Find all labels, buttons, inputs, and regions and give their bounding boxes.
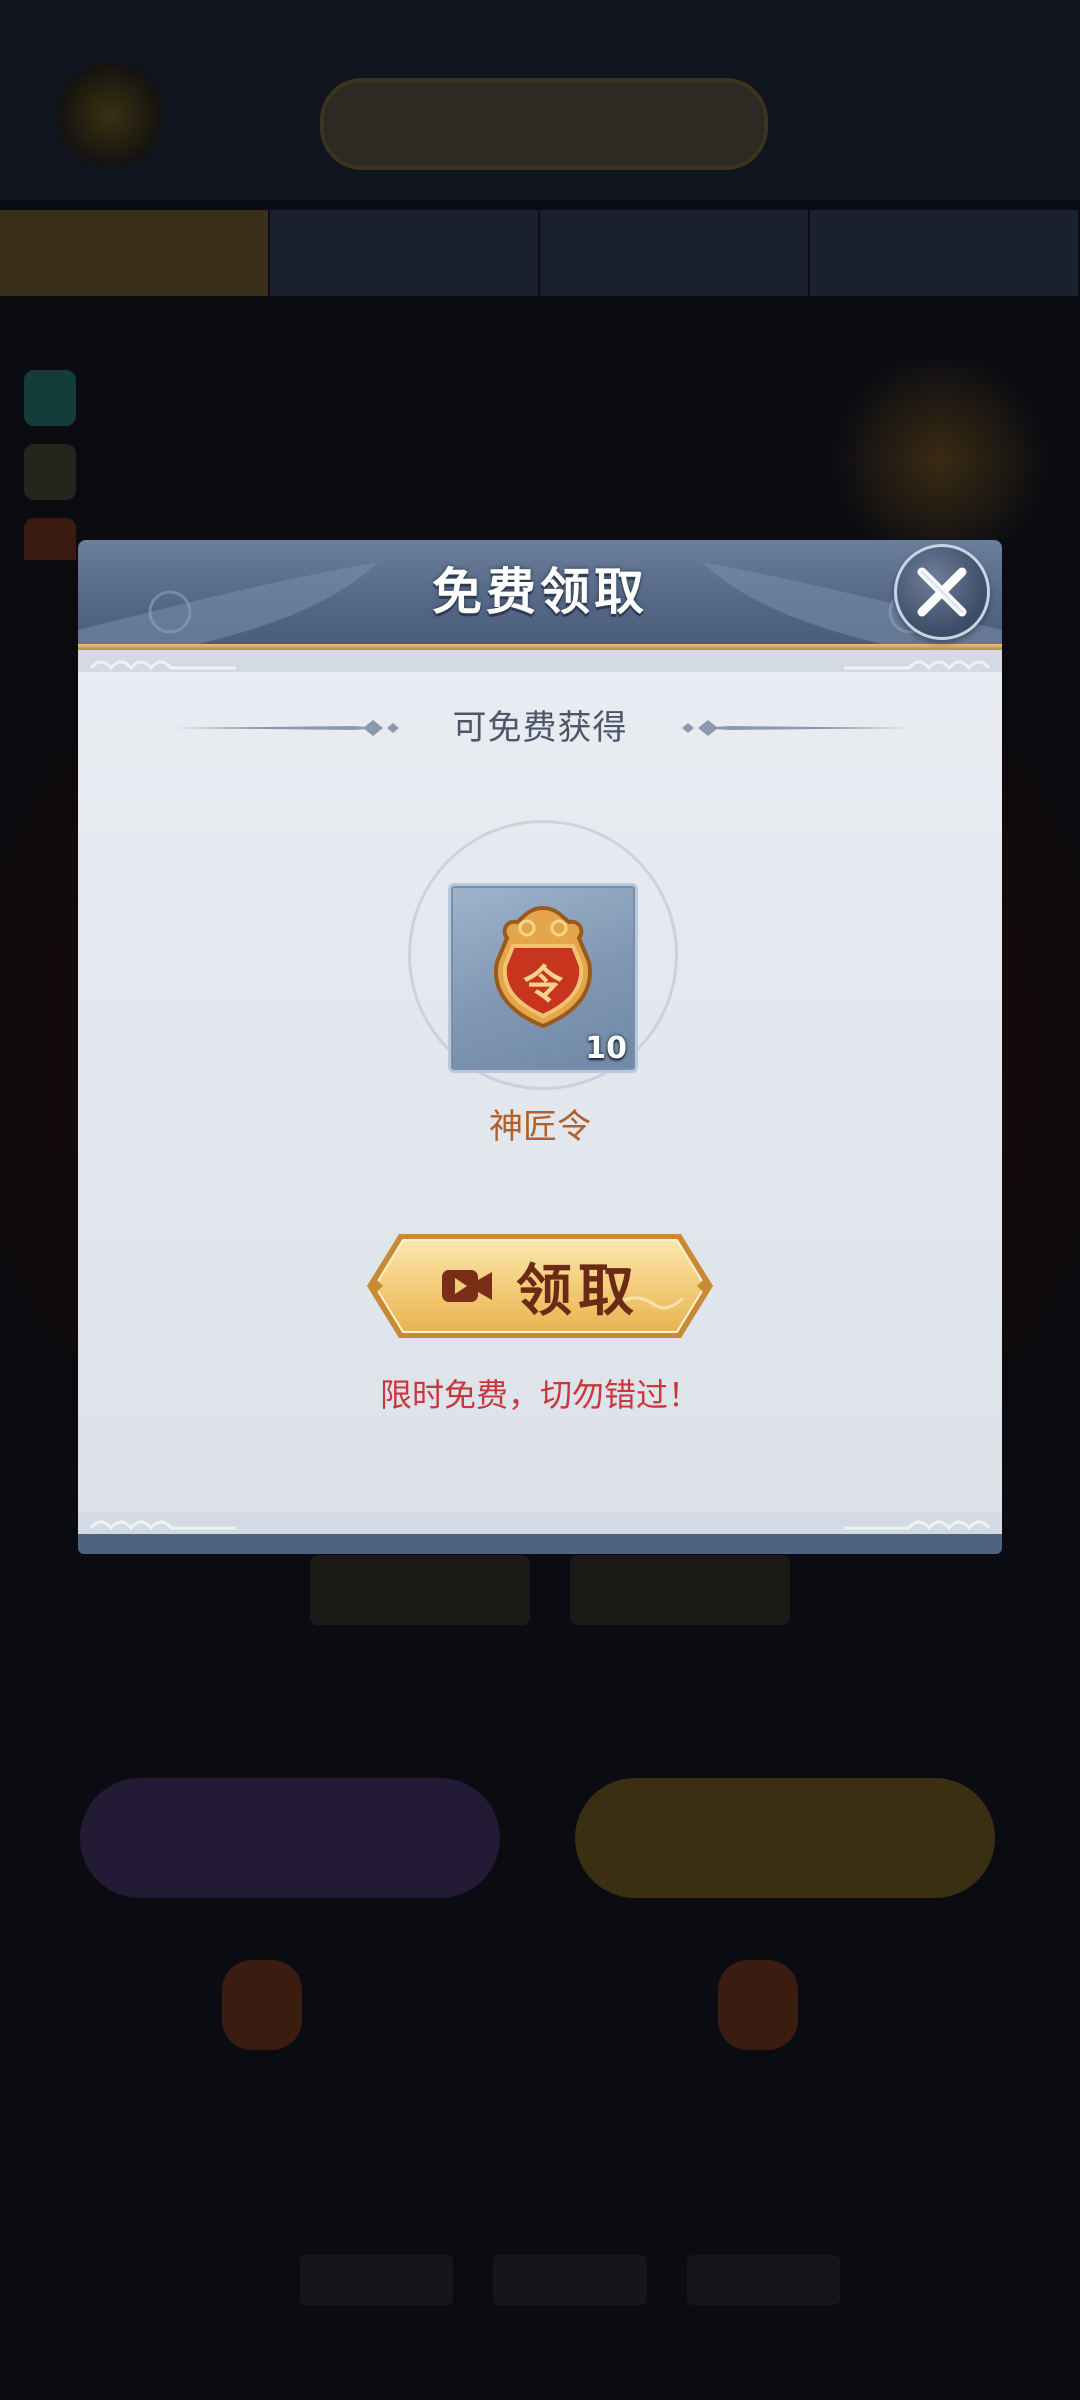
claim-button[interactable]: 领取 bbox=[363, 1230, 717, 1342]
video-camera-icon bbox=[442, 1270, 492, 1302]
background-row-item bbox=[570, 1555, 790, 1625]
reward-name: 神匠令 bbox=[489, 1107, 591, 1147]
promo-note: 限时免费，切勿错过！ bbox=[379, 1376, 700, 1414]
game-screen: 免费领取 可免费获得 令 10 神匠令 领取 限时免费，切勿错过！ bbox=[0, 0, 1080, 2400]
background-bottom-item bbox=[686, 2255, 840, 2305]
token-badge-icon: 令 bbox=[494, 905, 592, 1029]
reward-item[interactable]: 令 10 bbox=[448, 883, 638, 1073]
background-decoration bbox=[50, 60, 170, 170]
background-bottom-bar bbox=[300, 2245, 840, 2315]
background-tabs bbox=[0, 210, 1080, 296]
token-glyph: 令 bbox=[523, 961, 564, 1008]
background-tab bbox=[540, 210, 810, 296]
corner-ornament bbox=[89, 660, 236, 671]
dialog-header: 免费领取 bbox=[78, 540, 1002, 644]
dialog-footer bbox=[78, 1534, 1002, 1554]
background-side-icon bbox=[24, 444, 76, 500]
background-bottom-item bbox=[300, 2255, 454, 2305]
background-tab bbox=[810, 210, 1080, 296]
dialog-title: 免费领取 bbox=[432, 562, 648, 621]
claim-button-label: 领取 bbox=[516, 1257, 640, 1324]
background-chest-icon bbox=[718, 1960, 798, 2050]
background-button-right bbox=[575, 1778, 995, 1898]
background-glow bbox=[820, 360, 1060, 560]
background-side-icon bbox=[24, 370, 76, 426]
background-side-icons bbox=[24, 370, 84, 590]
background-row-item bbox=[310, 1555, 530, 1625]
background-tab bbox=[0, 210, 270, 296]
corner-ornament bbox=[89, 1520, 236, 1531]
background-row bbox=[310, 1555, 790, 1625]
background-bottom-item bbox=[493, 2255, 647, 2305]
free-claim-dialog: 免费领取 可免费获得 令 10 神匠令 领取 限时免费，切勿错过！ bbox=[78, 540, 1002, 1554]
section-heading: 可免费获得 bbox=[78, 698, 1002, 758]
background-button-left bbox=[80, 1778, 500, 1898]
close-button[interactable] bbox=[894, 544, 990, 640]
corner-ornament bbox=[844, 660, 991, 671]
background-title-pill bbox=[320, 78, 768, 170]
corner-ornament bbox=[844, 1520, 991, 1531]
claim-button-content: 领取 bbox=[363, 1230, 717, 1342]
reward-count: 10 bbox=[585, 1031, 627, 1066]
background-tab bbox=[270, 210, 540, 296]
section-label: 可免费获得 bbox=[452, 708, 628, 748]
close-icon bbox=[917, 567, 967, 617]
background-chest-icon bbox=[222, 1960, 302, 2050]
